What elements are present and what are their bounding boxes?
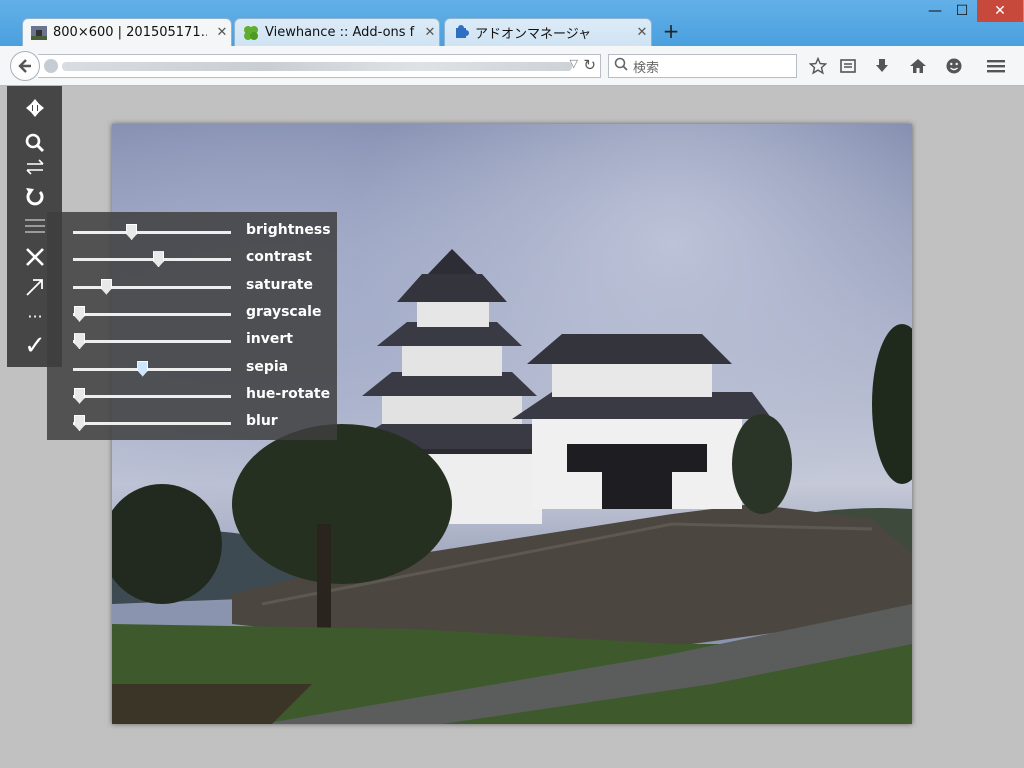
navigation-bar: ▽ ↻ 検索 xyxy=(0,46,1024,86)
saturate-slider-thumb[interactable] xyxy=(100,278,112,295)
tab-title: 800×600 | 201505171… xyxy=(53,25,207,40)
blur-slider[interactable] xyxy=(73,415,231,432)
reload-icon[interactable]: ↻ xyxy=(583,56,596,74)
globe-icon xyxy=(44,59,58,73)
back-arrow-icon xyxy=(18,59,31,73)
tab-title: アドオンマネージャ xyxy=(475,27,592,42)
sepia-label: sepia xyxy=(246,358,289,375)
filter-panel: brightness contrast saturate grayscale inver… xyxy=(47,212,337,440)
back-button[interactable] xyxy=(10,51,40,81)
brightness-slider[interactable] xyxy=(73,224,231,240)
home-icon[interactable] xyxy=(906,55,930,77)
invert-label: invert xyxy=(246,331,293,348)
open-external-icon[interactable] xyxy=(21,273,49,301)
bookmark-star-icon[interactable] xyxy=(806,55,830,77)
tab-viewhance[interactable]: Viewhance :: Add-ons f… ✕ xyxy=(234,18,440,46)
filter-row-saturate: saturate xyxy=(47,271,337,298)
url-bar[interactable]: ▽ ↻ xyxy=(38,54,601,78)
checkmark-icon[interactable]: ✓ xyxy=(21,331,49,361)
contrast-slider-thumb[interactable] xyxy=(153,251,164,268)
saturate-slider[interactable] xyxy=(73,278,231,295)
grayscale-slider[interactable] xyxy=(73,305,231,322)
hue-rotate-slider[interactable] xyxy=(73,387,231,404)
contrast-slider[interactable] xyxy=(73,251,231,268)
filter-row-invert: invert xyxy=(47,325,337,352)
minimize-button[interactable]: — xyxy=(922,0,948,22)
close-icon[interactable] xyxy=(21,243,49,271)
title-bar: 800×600 | 201505171… ✕ Viewhance :: Add-… xyxy=(0,0,1024,46)
maximize-button[interactable]: ☐ xyxy=(949,0,975,22)
rotate-icon[interactable] xyxy=(21,182,49,210)
download-icon[interactable] xyxy=(870,55,894,77)
search-placeholder: 検索 xyxy=(633,60,660,76)
tab-title: Viewhance :: Add-ons f… xyxy=(265,25,415,40)
tab-addon-manager[interactable]: アドオンマネージャ ✕ xyxy=(444,18,652,46)
brightness-slider-thumb[interactable] xyxy=(126,224,138,240)
tab-close-icon[interactable]: ✕ xyxy=(213,25,231,40)
new-tab-button[interactable]: + xyxy=(660,20,682,42)
search-box[interactable]: 検索 xyxy=(608,54,797,78)
smiley-icon[interactable] xyxy=(942,55,966,77)
search-icon xyxy=(609,57,633,75)
sepia-slider[interactable] xyxy=(73,360,231,377)
puzzle-piece-blue-icon xyxy=(453,24,469,41)
image-viewer: ··· ✓ brightness contrast saturate grayscal… xyxy=(0,86,1024,768)
menu-icon[interactable] xyxy=(984,55,1008,77)
invert-slider-thumb[interactable] xyxy=(74,333,85,350)
dropdown-arrow-icon[interactable]: ▽ xyxy=(570,57,578,70)
blur-slider-thumb[interactable] xyxy=(74,415,85,432)
tab-close-icon[interactable]: ✕ xyxy=(633,25,651,40)
filter-menu-icon[interactable] xyxy=(21,212,49,240)
more-icon[interactable]: ··· xyxy=(21,302,49,330)
filter-row-blur: blur xyxy=(47,407,337,434)
flip-icon[interactable] xyxy=(21,153,49,181)
tab-close-icon[interactable]: ✕ xyxy=(421,25,439,40)
filter-row-contrast: contrast xyxy=(47,243,337,270)
blur-label: blur xyxy=(246,413,278,430)
hue-rotate-label: hue-rotate xyxy=(246,385,331,402)
reading-list-icon[interactable] xyxy=(836,55,860,77)
tab-image[interactable]: 800×600 | 201505171… ✕ xyxy=(22,18,232,46)
saturate-label: saturate xyxy=(246,276,313,293)
filter-row-sepia: sepia xyxy=(47,353,337,380)
invert-slider[interactable] xyxy=(73,333,231,350)
move-arrows-icon[interactable] xyxy=(21,94,49,122)
brightness-label: brightness xyxy=(246,222,331,238)
hue-rotate-slider-thumb[interactable] xyxy=(74,387,85,404)
filter-row-grayscale: grayscale xyxy=(47,298,337,325)
puzzle-piece-icon xyxy=(243,25,259,41)
sepia-slider-thumb[interactable] xyxy=(137,360,149,377)
contrast-label: contrast xyxy=(246,249,312,266)
filter-row-hue-rotate: hue-rotate xyxy=(47,380,337,407)
grayscale-slider-thumb[interactable] xyxy=(74,305,85,322)
grayscale-label: grayscale xyxy=(246,303,322,320)
filter-row-brightness: brightness xyxy=(47,216,337,243)
window-close-button[interactable]: ✕ xyxy=(977,0,1023,22)
url-text xyxy=(62,62,572,71)
image-thumbnail-icon xyxy=(31,25,47,41)
